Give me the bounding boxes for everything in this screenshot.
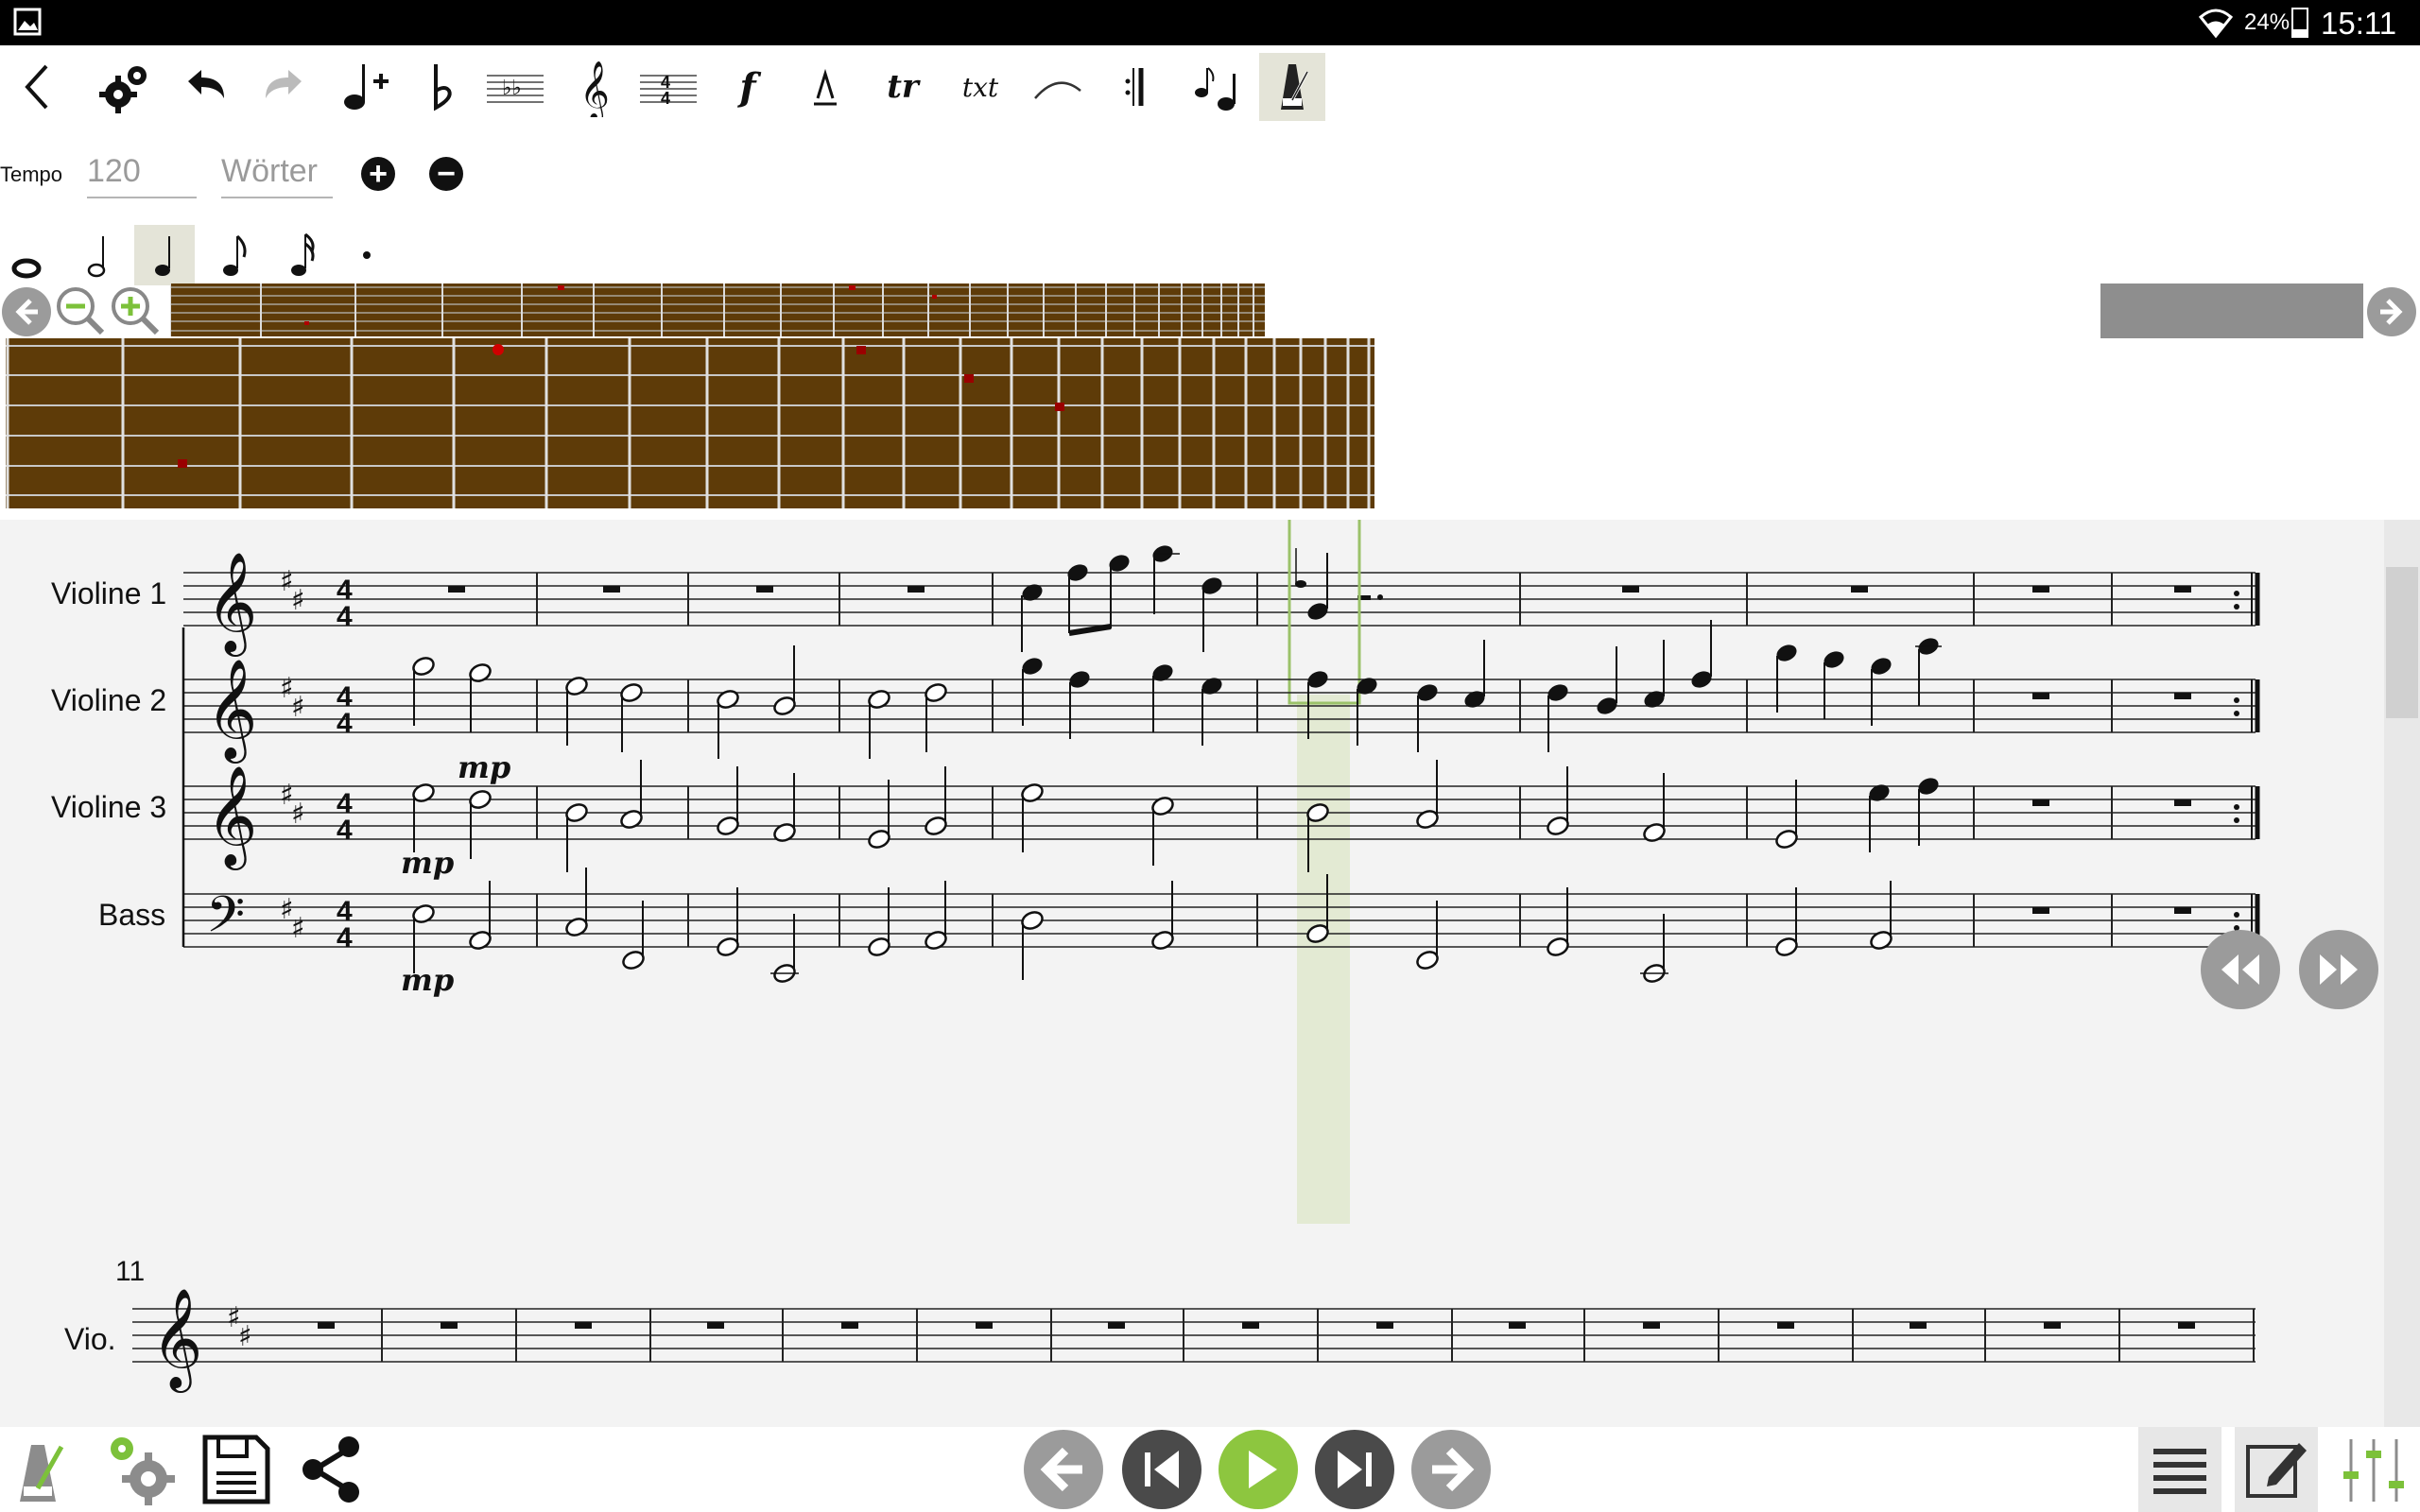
status-bar: 24% 15:11 (0, 0, 2420, 45)
play-icon[interactable] (1216, 1427, 1301, 1512)
staff-violine-3: Violine 3 𝄞 ♯ ♯ 4 4 mp (51, 760, 2260, 881)
undo-icon[interactable] (174, 53, 240, 121)
edit-icon[interactable] (2235, 1427, 2318, 1512)
slur-icon[interactable] (1025, 53, 1091, 121)
text-icon[interactable]: txt (947, 53, 1013, 121)
fretboard-scroll-slider[interactable] (2100, 284, 2363, 338)
score-scroll-thumb[interactable] (2386, 567, 2418, 718)
gears-icon[interactable] (93, 53, 159, 121)
fretboard-right-icon[interactable] (2367, 287, 2416, 336)
dynamic-mp: mp (401, 962, 454, 998)
svg-text:4: 4 (337, 601, 353, 632)
flat-icon[interactable] (408, 53, 475, 121)
next-icon[interactable] (1409, 1427, 1494, 1512)
save-icon[interactable] (193, 1427, 278, 1512)
clock: 15:11 (2321, 6, 2397, 41)
mixer-icon[interactable] (2331, 1427, 2416, 1512)
dynamics-icon[interactable]: f (715, 53, 781, 121)
zoom-out-icon[interactable] (53, 284, 106, 336)
add-note-icon[interactable] (331, 53, 397, 121)
zoom-in-icon[interactable] (108, 284, 161, 336)
half-note-icon[interactable] (68, 225, 129, 285)
list-view-icon[interactable] (2138, 1427, 2221, 1512)
minus-circle-icon[interactable]: − (429, 157, 463, 191)
time-signature-icon[interactable]: 44 (635, 53, 701, 121)
sixteenth-note-icon[interactable] (270, 225, 331, 285)
key-signature-icon[interactable]: ♭♭ (482, 53, 548, 121)
grace-note-icon[interactable] (1182, 53, 1248, 121)
instrument-name: Violine 3 (51, 790, 166, 824)
instrument-name: Violine 1 (51, 576, 166, 610)
svg-text:𝄞: 𝄞 (151, 1287, 202, 1393)
score-area[interactable]: Violine 1 𝄞 ♯ ♯ 4 4 Violine 2 𝄞 ♯ ♯ 4 4 … (0, 520, 2420, 1427)
plus-circle-icon[interactable]: + (361, 157, 395, 191)
gallery-icon (13, 8, 42, 36)
svg-text:𝄞: 𝄞 (206, 765, 257, 870)
settings-icon[interactable] (96, 1427, 182, 1512)
svg-text:♯: ♯ (238, 1320, 252, 1353)
fast-forward-icon[interactable] (2299, 930, 2378, 1009)
words-input[interactable]: Wörter (221, 153, 333, 198)
staff-violine-2: Violine 2 𝄞 ♯ ♯ 4 4 mp (51, 620, 2260, 785)
instrument-name: Bass (98, 898, 165, 932)
wifi-icon (2198, 9, 2234, 39)
fretboard-overview[interactable] (170, 284, 1265, 336)
svg-text:♯: ♯ (291, 798, 305, 831)
staff-vio-system-2: 11 Vio. 𝄞 ♯ ♯ (64, 1256, 2256, 1393)
treble-clef-icon[interactable]: 𝄞 (560, 53, 626, 121)
tempo-input[interactable]: 120 (87, 153, 197, 198)
svg-text:♯: ♯ (291, 691, 305, 724)
redo-icon[interactable] (250, 53, 316, 121)
svg-text:4: 4 (337, 922, 353, 954)
metronome-icon[interactable] (1259, 53, 1325, 121)
repeat-icon[interactable] (1102, 53, 1168, 121)
skip-forward-icon[interactable] (1312, 1427, 1397, 1512)
share-icon[interactable] (289, 1427, 374, 1512)
battery-icon (2291, 8, 2308, 38)
dynamic-mp: mp (401, 845, 454, 881)
skip-back-icon[interactable] (1119, 1427, 1204, 1512)
fretboard[interactable] (6, 338, 1374, 508)
svg-text:4: 4 (661, 89, 670, 108)
fretboard-left-icon[interactable] (2, 287, 51, 336)
svg-text:𝄢: 𝄢 (206, 886, 245, 956)
back-arrow-icon[interactable] (6, 53, 72, 121)
dynamic-mp: mp (458, 749, 510, 785)
svg-text:♭♭: ♭♭ (502, 76, 522, 99)
eighth-note-icon[interactable] (202, 225, 263, 285)
whole-note-icon[interactable] (0, 225, 60, 285)
svg-text:4: 4 (337, 815, 353, 846)
svg-text:𝄞: 𝄞 (579, 60, 610, 117)
svg-text:4: 4 (337, 708, 353, 739)
metronome-settings-icon[interactable] (0, 1427, 85, 1512)
trill-icon[interactable]: tr (870, 53, 936, 121)
instrument-name: Violine 2 (51, 683, 166, 717)
previous-icon[interactable] (1021, 1427, 1106, 1512)
svg-text:♯: ♯ (291, 584, 305, 617)
tempo-label: Tempo (0, 163, 63, 186)
svg-text:𝄞: 𝄞 (206, 551, 257, 657)
quarter-note-icon[interactable] (134, 225, 195, 285)
svg-text:𝄞: 𝄞 (206, 658, 257, 764)
battery-percent: 24% (2244, 9, 2290, 35)
accent-icon[interactable] (792, 53, 858, 121)
rewind-icon[interactable] (2201, 930, 2280, 1009)
measure-number: 11 (115, 1256, 145, 1287)
dot-icon[interactable] (338, 225, 399, 285)
svg-text:♯: ♯ (291, 912, 305, 945)
instrument-name: Vio. (64, 1322, 116, 1356)
